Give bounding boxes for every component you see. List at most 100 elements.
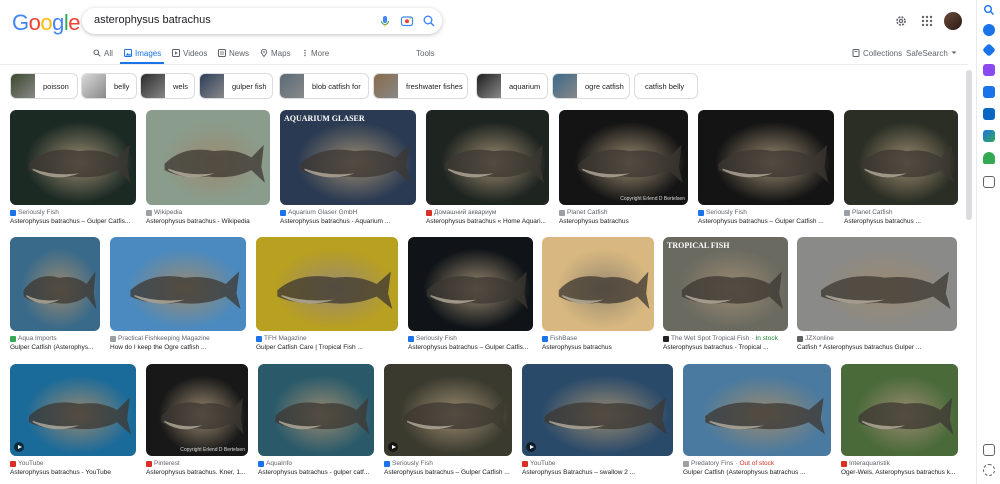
image-result[interactable]: YouTube Asterophysus batrachus - YouTube <box>10 364 136 484</box>
image-result[interactable]: FishBase Asterophysus batrachus <box>542 237 654 359</box>
result-source[interactable]: Seriously Fish <box>384 460 433 467</box>
image-result[interactable]: Wikipedia Asterophysus batrachus - Wikipe… <box>146 110 270 233</box>
related-search-chip[interactable]: catfish belly <box>634 73 698 99</box>
result-title[interactable]: Asterophysus batrachus - Aquarium ... <box>280 218 416 225</box>
apps-grid-icon[interactable] <box>920 14 934 28</box>
related-search-chip[interactable]: aquarium <box>476 73 548 99</box>
image-result[interactable]: Practical Fishkeeping Magazine How do I k… <box>110 237 246 359</box>
result-thumbnail[interactable]: Copyright Erlend D Bertelsen <box>146 364 248 456</box>
result-title[interactable]: Asterophysus batrachus – Gulper Catfish … <box>698 218 834 225</box>
result-title[interactable]: Asterophysus batrachus ... <box>844 218 958 225</box>
result-source[interactable]: JZXonline <box>797 335 834 342</box>
result-title[interactable]: Asterophysus batrachus - Wikipedia <box>146 218 270 225</box>
related-search-chip[interactable]: blob catfish for <box>279 73 369 99</box>
result-title[interactable]: Gulper Catfish (Asterophys... <box>10 344 100 351</box>
result-title[interactable]: Asterophysus batrachus - Tropical ... <box>663 344 788 351</box>
bing-chat-icon[interactable] <box>983 24 995 36</box>
image-result[interactable]: Copyright Erlend D Bertelsen Planet Catfi… <box>559 110 688 233</box>
result-thumbnail[interactable] <box>110 237 246 331</box>
result-title[interactable]: Catfish * Asterophysus batrachus Gulper … <box>797 344 957 351</box>
result-thumbnail[interactable] <box>146 110 270 205</box>
image-result[interactable]: Seriously Fish Asterophysus batrachus – G… <box>10 110 136 233</box>
image-result[interactable]: Planet Catfish Asterophysus batrachus ... <box>844 110 958 233</box>
result-source[interactable]: TFH Magazine <box>256 335 307 342</box>
result-source[interactable]: YouTube <box>522 460 556 467</box>
related-search-chip[interactable]: gulper fish <box>199 73 273 99</box>
outlook-icon[interactable] <box>983 108 995 120</box>
result-thumbnail[interactable] <box>522 364 673 456</box>
result-source[interactable]: Practical Fishkeeping Magazine <box>110 335 210 342</box>
result-thumbnail[interactable]: AQUARIUM GLASER <box>280 110 416 205</box>
result-thumbnail[interactable] <box>258 364 374 456</box>
result-title[interactable]: Asterophysus Batrachus – swallow 2 ... <box>522 469 673 476</box>
image-result[interactable]: AQUARIUM GLASER Aquarium Glaser GmbH Aster… <box>280 110 416 233</box>
tree-icon[interactable] <box>983 152 995 164</box>
result-title[interactable]: Asterophysus batrachus – Gulper Catfish … <box>384 469 512 476</box>
add-icon[interactable] <box>983 176 995 188</box>
result-thumbnail[interactable] <box>797 237 957 331</box>
result-source[interactable]: Aqua Imports <box>10 335 57 342</box>
result-thumbnail[interactable] <box>426 110 549 205</box>
office-icon[interactable] <box>983 86 995 98</box>
result-title[interactable]: How do I keep the Ogre catfish ... <box>110 344 246 351</box>
image-result[interactable]: Interaquaristik Oger-Wels, Asterophysus b… <box>841 364 958 484</box>
result-source[interactable]: Planet Catfish <box>559 209 607 216</box>
settings-gear-icon[interactable] <box>983 464 995 476</box>
result-title[interactable]: Asterophysus batrachus <box>559 218 688 225</box>
scrollbar[interactable] <box>966 70 972 220</box>
camera-lens-icon[interactable] <box>400 14 414 28</box>
result-source[interactable]: FishBase <box>542 335 577 342</box>
send-icon[interactable] <box>983 130 995 142</box>
tab-maps[interactable]: Maps <box>260 47 291 59</box>
collections-button[interactable]: Collections <box>852 47 902 59</box>
result-thumbnail[interactable] <box>10 364 136 456</box>
result-thumbnail[interactable] <box>683 364 831 456</box>
result-source[interactable]: AquaInfo <box>258 460 292 467</box>
image-result[interactable]: Copyright Erlend D Bertelsen Pinterest Ast… <box>146 364 248 484</box>
image-result[interactable]: Predatory Fins · Out of stock Gulper Catf… <box>683 364 831 484</box>
related-search-chip[interactable]: freshwater fishes <box>373 73 468 99</box>
result-source[interactable]: Wikipedia <box>146 209 182 216</box>
search-icon[interactable] <box>422 14 436 28</box>
related-search-chip[interactable]: belly <box>81 73 137 99</box>
result-title[interactable]: Asterophysus batrachus – Gulper Catfis..… <box>10 218 136 225</box>
tab-news[interactable]: News <box>218 47 249 59</box>
image-result[interactable]: TFH Magazine Gulper Catfish Care | Tropic… <box>256 237 398 359</box>
result-title[interactable]: Gulper Catfish Care | Tropical Fish ... <box>256 344 398 351</box>
result-thumbnail[interactable]: TROPICAL FISH <box>663 237 788 331</box>
result-thumbnail[interactable] <box>10 110 136 205</box>
tab-videos[interactable]: Videos <box>172 47 207 59</box>
result-source[interactable]: Interaquaristik <box>841 460 890 467</box>
avatar[interactable] <box>944 12 962 30</box>
search-box[interactable]: asterophysus batrachus <box>82 8 442 34</box>
tab-images[interactable]: Images <box>124 47 161 59</box>
result-thumbnail[interactable] <box>384 364 512 456</box>
result-source[interactable]: Seriously Fish <box>408 335 457 342</box>
person-icon[interactable] <box>983 64 995 76</box>
image-result[interactable]: Домашний аквариум Asterophysus batrachus … <box>426 110 549 233</box>
image-result[interactable]: Aqua Imports Gulper Catfish (Asterophys..… <box>10 237 100 359</box>
image-result[interactable]: Seriously Fish Asterophysus batrachus – G… <box>408 237 533 359</box>
result-thumbnail[interactable] <box>10 237 100 331</box>
search-input[interactable]: asterophysus batrachus <box>94 14 211 26</box>
result-thumbnail[interactable] <box>844 110 958 205</box>
result-source[interactable]: Planet Catfish <box>844 209 892 216</box>
settings-gear-icon[interactable] <box>894 14 908 28</box>
search-icon[interactable] <box>983 4 995 16</box>
image-result[interactable]: JZXonline Catfish * Asterophysus batrachu… <box>797 237 957 359</box>
safesearch-button[interactable]: SafeSearch <box>906 47 957 59</box>
result-title[interactable]: Asterophysus batrachus « Home Aquari... <box>426 218 549 225</box>
result-source[interactable]: Seriously Fish <box>698 209 747 216</box>
result-title[interactable]: Asterophysus batrachus <box>542 344 654 351</box>
result-title[interactable]: Asterophysus batrachus – Gulper Catfis..… <box>408 344 533 351</box>
result-thumbnail[interactable] <box>698 110 834 205</box>
result-thumbnail[interactable] <box>841 364 958 456</box>
result-source[interactable]: Aquarium Glaser GmbH <box>280 209 357 216</box>
result-source[interactable]: Pinterest <box>146 460 180 467</box>
result-title[interactable]: Asterophysus batrachus - gulper catf... <box>258 469 374 476</box>
tab-more[interactable]: More <box>302 47 329 59</box>
result-title[interactable]: Asterophysus batrachus. Kner, 1... <box>146 469 248 476</box>
result-source[interactable]: Seriously Fish <box>10 209 59 216</box>
tab-all[interactable]: All <box>93 47 113 59</box>
tag-icon[interactable] <box>982 43 996 57</box>
